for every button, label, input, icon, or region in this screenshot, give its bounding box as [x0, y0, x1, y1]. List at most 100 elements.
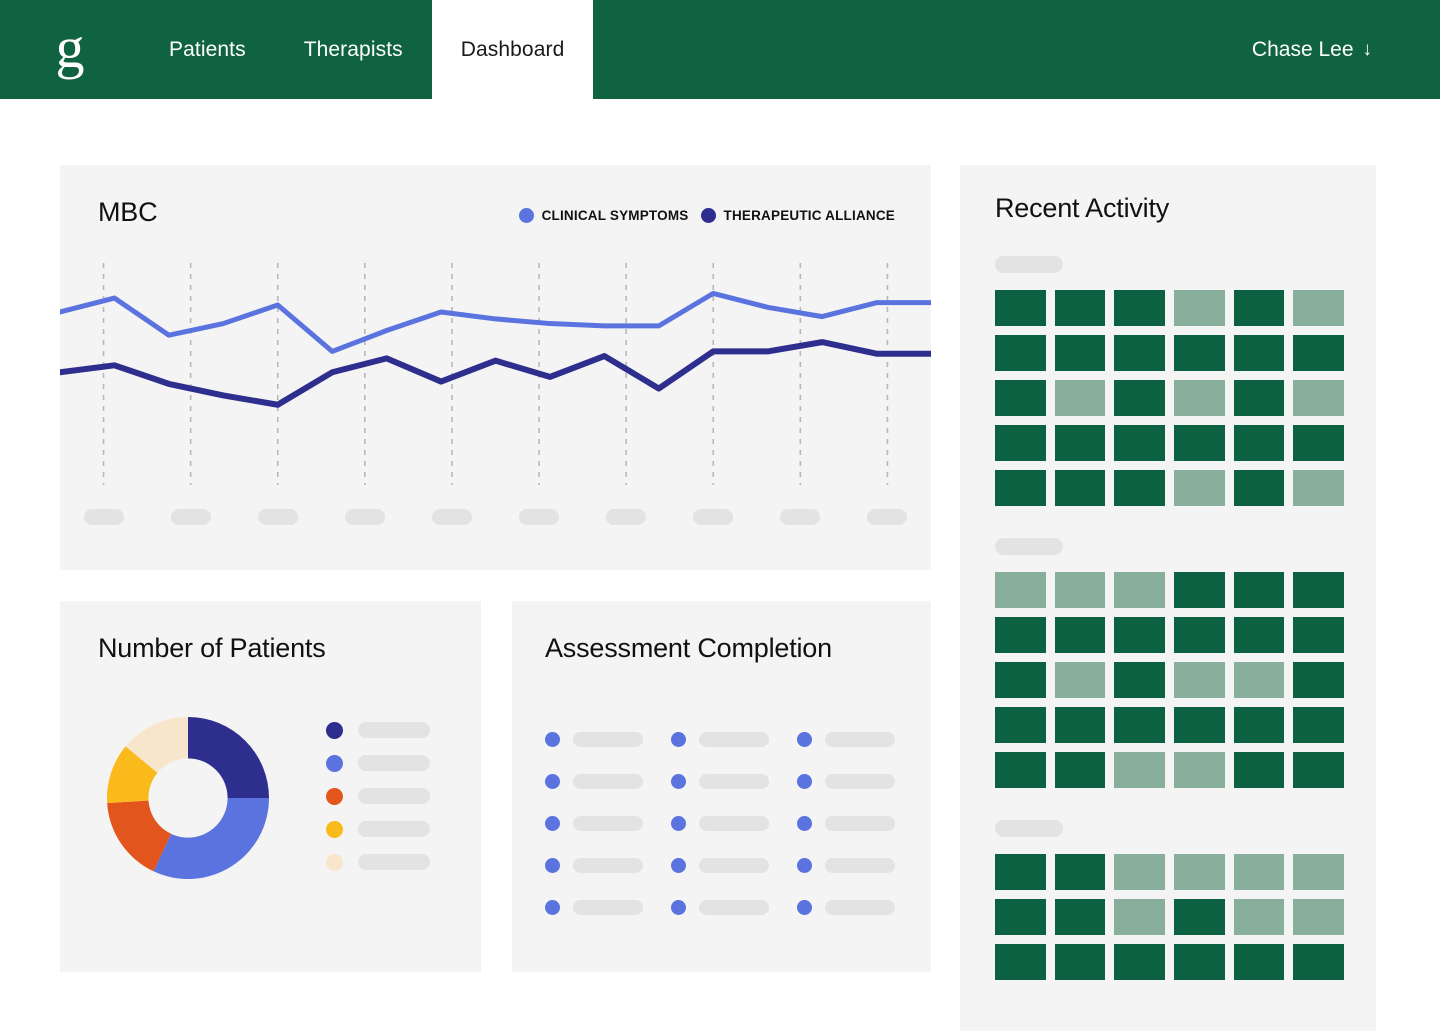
activity-heatmap-cell[interactable] — [1293, 944, 1344, 980]
donut-legend-item[interactable] — [326, 854, 430, 871]
activity-heatmap-cell[interactable] — [1114, 944, 1165, 980]
activity-heatmap-cell[interactable] — [1114, 854, 1165, 890]
activity-heatmap-cell[interactable] — [1055, 752, 1106, 788]
activity-heatmap-cell[interactable] — [995, 380, 1046, 416]
assessment-row-item[interactable] — [671, 732, 783, 747]
activity-heatmap-cell[interactable] — [1234, 707, 1285, 743]
activity-heatmap-cell[interactable] — [1293, 572, 1344, 608]
assessment-row-item[interactable] — [671, 774, 783, 789]
activity-heatmap-cell[interactable] — [1293, 425, 1344, 461]
activity-heatmap-cell[interactable] — [1174, 662, 1225, 698]
activity-heatmap-cell[interactable] — [1055, 425, 1106, 461]
assessment-row-item[interactable] — [545, 732, 657, 747]
assessment-row-item[interactable] — [671, 900, 783, 915]
activity-heatmap-cell[interactable] — [1174, 707, 1225, 743]
activity-heatmap-cell[interactable] — [1174, 335, 1225, 371]
activity-heatmap-cell[interactable] — [1234, 425, 1285, 461]
legend-item-clinical-symptoms[interactable]: CLINICAL SYMPTOMS — [519, 208, 689, 223]
activity-heatmap-cell[interactable] — [995, 854, 1046, 890]
activity-heatmap-cell[interactable] — [1114, 470, 1165, 506]
activity-heatmap-cell[interactable] — [1234, 470, 1285, 506]
activity-heatmap-cell[interactable] — [1293, 899, 1344, 935]
activity-heatmap-cell[interactable] — [1234, 290, 1285, 326]
activity-heatmap-cell[interactable] — [1293, 854, 1344, 890]
assessment-row-item[interactable] — [545, 774, 657, 789]
activity-heatmap-cell[interactable] — [1234, 335, 1285, 371]
activity-heatmap-cell[interactable] — [995, 425, 1046, 461]
activity-heatmap-cell[interactable] — [1174, 470, 1225, 506]
activity-heatmap-cell[interactable] — [995, 707, 1046, 743]
activity-heatmap-cell[interactable] — [995, 752, 1046, 788]
activity-heatmap-cell[interactable] — [1055, 290, 1106, 326]
activity-heatmap-cell[interactable] — [1055, 899, 1106, 935]
activity-heatmap-cell[interactable] — [1293, 662, 1344, 698]
assessment-row-item[interactable] — [545, 900, 657, 915]
activity-heatmap-cell[interactable] — [1293, 617, 1344, 653]
activity-heatmap-cell[interactable] — [995, 290, 1046, 326]
activity-heatmap-cell[interactable] — [1293, 752, 1344, 788]
activity-heatmap-cell[interactable] — [995, 662, 1046, 698]
assessment-row-item[interactable] — [545, 858, 657, 873]
activity-heatmap-cell[interactable] — [995, 944, 1046, 980]
activity-heatmap-cell[interactable] — [1055, 662, 1106, 698]
activity-heatmap-cell[interactable] — [1174, 290, 1225, 326]
donut-legend-item[interactable] — [326, 722, 430, 739]
activity-heatmap-cell[interactable] — [1234, 899, 1285, 935]
activity-heatmap-cell[interactable] — [1234, 380, 1285, 416]
assessment-row-item[interactable] — [545, 816, 657, 831]
activity-heatmap-cell[interactable] — [995, 572, 1046, 608]
logo[interactable]: g — [0, 0, 140, 99]
activity-heatmap-cell[interactable] — [1114, 290, 1165, 326]
activity-heatmap-cell[interactable] — [1114, 335, 1165, 371]
nav-item-therapists[interactable]: Therapists — [275, 0, 432, 99]
activity-heatmap-cell[interactable] — [1174, 380, 1225, 416]
user-menu[interactable]: Chase Lee ↓ — [1252, 0, 1440, 99]
assessment-row-item[interactable] — [797, 900, 909, 915]
activity-heatmap-cell[interactable] — [1114, 662, 1165, 698]
activity-heatmap-cell[interactable] — [1055, 944, 1106, 980]
assessment-row-item[interactable] — [671, 858, 783, 873]
legend-item-therapeutic-alliance[interactable]: THERAPEUTIC ALLIANCE — [701, 208, 896, 223]
activity-heatmap-cell[interactable] — [1234, 752, 1285, 788]
activity-heatmap-cell[interactable] — [1114, 425, 1165, 461]
assessment-row-item[interactable] — [797, 858, 909, 873]
assessment-row-item[interactable] — [797, 774, 909, 789]
activity-heatmap-cell[interactable] — [1114, 572, 1165, 608]
activity-heatmap-cell[interactable] — [995, 617, 1046, 653]
activity-heatmap-cell[interactable] — [1174, 752, 1225, 788]
activity-heatmap-cell[interactable] — [1234, 572, 1285, 608]
assessment-row-item[interactable] — [797, 816, 909, 831]
nav-item-dashboard[interactable]: Dashboard — [432, 0, 594, 99]
nav-item-patients[interactable]: Patients — [140, 0, 275, 99]
donut-legend-item[interactable] — [326, 788, 430, 805]
activity-heatmap-cell[interactable] — [1055, 854, 1106, 890]
activity-heatmap-cell[interactable] — [1114, 752, 1165, 788]
activity-heatmap-cell[interactable] — [995, 335, 1046, 371]
activity-heatmap-cell[interactable] — [1234, 854, 1285, 890]
activity-heatmap-cell[interactable] — [995, 470, 1046, 506]
activity-heatmap-cell[interactable] — [1293, 335, 1344, 371]
activity-heatmap-cell[interactable] — [1114, 899, 1165, 935]
activity-heatmap-cell[interactable] — [1174, 899, 1225, 935]
assessment-row-item[interactable] — [671, 816, 783, 831]
donut-legend-item[interactable] — [326, 821, 430, 838]
donut-legend-item[interactable] — [326, 755, 430, 772]
activity-heatmap-cell[interactable] — [1174, 617, 1225, 653]
activity-heatmap-cell[interactable] — [1174, 572, 1225, 608]
activity-heatmap-cell[interactable] — [1234, 617, 1285, 653]
activity-heatmap-cell[interactable] — [1174, 944, 1225, 980]
activity-heatmap-cell[interactable] — [1174, 425, 1225, 461]
activity-heatmap-cell[interactable] — [1114, 617, 1165, 653]
assessment-row-item[interactable] — [797, 732, 909, 747]
activity-heatmap-cell[interactable] — [1174, 854, 1225, 890]
activity-heatmap-cell[interactable] — [995, 899, 1046, 935]
activity-heatmap-cell[interactable] — [1055, 380, 1106, 416]
activity-heatmap-cell[interactable] — [1114, 380, 1165, 416]
activity-heatmap-cell[interactable] — [1234, 662, 1285, 698]
activity-heatmap-cell[interactable] — [1055, 572, 1106, 608]
activity-heatmap-cell[interactable] — [1114, 707, 1165, 743]
activity-heatmap-cell[interactable] — [1293, 380, 1344, 416]
activity-heatmap-cell[interactable] — [1293, 470, 1344, 506]
activity-heatmap-cell[interactable] — [1055, 707, 1106, 743]
activity-heatmap-cell[interactable] — [1293, 707, 1344, 743]
